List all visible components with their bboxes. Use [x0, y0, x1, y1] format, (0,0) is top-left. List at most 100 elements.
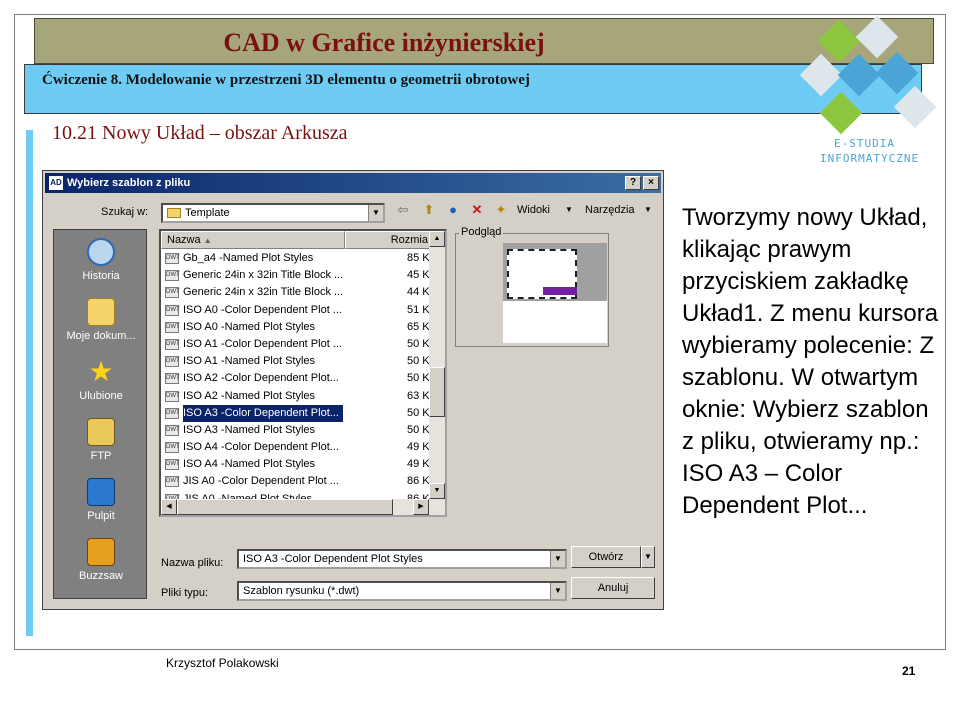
scroll-right-icon[interactable]: ▶: [413, 499, 429, 515]
file-row[interactable]: DWT ISO A3 -Named Plot Styles 50 K: [161, 422, 433, 439]
dwt-file-icon: DWT: [165, 459, 180, 471]
place-label: Historia: [82, 270, 120, 282]
file-row[interactable]: DWT Gb_a4 -Named Plot Styles 85 K: [161, 250, 433, 267]
file-row[interactable]: DWT ISO A2 -Color Dependent Plot... 50 K: [161, 370, 433, 387]
footer-author: Krzysztof Polakowski: [166, 656, 279, 670]
select-template-dialog: AD Wybierz szablon z pliku ? × Szukaj w:…: [42, 170, 664, 610]
file-name: Gb_a4 -Named Plot Styles: [183, 252, 314, 264]
file-row[interactable]: DWT Generic 24in x 32in Title Block ... 45…: [161, 267, 433, 284]
dwt-file-icon: DWT: [165, 476, 180, 488]
dialog-title: Wybierz szablon z pliku: [67, 177, 191, 189]
tools-menu[interactable]: Narzędzia: [585, 204, 635, 216]
place-desktop[interactable]: Pulpit: [54, 472, 148, 532]
help-button[interactable]: ?: [625, 176, 641, 190]
slide-title: CAD w Grafice inżynierskiej: [223, 28, 545, 57]
preview-title-block: [543, 287, 577, 295]
file-row[interactable]: DWT JIS A0 -Color Dependent Plot ... 86 K: [161, 473, 433, 490]
preview-label: Podgląd: [459, 226, 504, 238]
horizontal-scrollbar[interactable]: ◀ ▶: [161, 499, 445, 515]
column-header-size[interactable]: Rozmia: [345, 231, 433, 249]
chevron-down-icon[interactable]: ▼: [368, 205, 383, 221]
scroll-left-icon[interactable]: ◀: [161, 499, 177, 515]
search-web-icon[interactable]: ●: [443, 201, 463, 219]
file-row[interactable]: DWT ISO A3 -Color Dependent Plot... 50 K: [161, 403, 433, 423]
dwt-file-icon: DWT: [165, 321, 180, 333]
file-name: ISO A4 -Color Dependent Plot...: [183, 441, 339, 454]
tools-dropdown-icon[interactable]: ▼: [644, 205, 652, 214]
file-row[interactable]: DWT ISO A4 -Color Dependent Plot... 49 K: [161, 439, 433, 456]
open-options-dropdown[interactable]: ▼: [641, 546, 655, 568]
place-ftp[interactable]: FTP: [54, 412, 148, 472]
instruction-text: Tworzymy nowy Układ, klikając prawym prz…: [682, 204, 939, 519]
file-row[interactable]: DWT Generic 24in x 32in Title Block ... 44…: [161, 284, 433, 301]
section-title: 10.21 Nowy Układ – obszar Arkusza: [52, 122, 348, 144]
new-folder-icon[interactable]: ✦: [491, 201, 511, 219]
place-label: Ulubione: [79, 390, 123, 402]
file-name: ISO A4 -Named Plot Styles: [183, 458, 316, 471]
close-button[interactable]: ×: [643, 176, 659, 190]
file-name-value: ISO A3 -Color Dependent Plot Styles: [243, 553, 423, 565]
chevron-down-icon[interactable]: ▼: [550, 583, 565, 599]
place-label: Buzzsaw: [78, 570, 124, 582]
file-type-combo[interactable]: Szablon rysunku (*.dwt) ▼: [237, 581, 567, 601]
desktop-icon: [87, 478, 115, 506]
place-label: Pulpit: [87, 510, 115, 522]
favorites-star-icon: ★: [88, 356, 114, 387]
scroll-thumb-horizontal[interactable]: [177, 499, 393, 515]
delete-icon[interactable]: ✕: [467, 201, 487, 219]
file-name-combo[interactable]: ISO A3 -Color Dependent Plot Styles ▼: [237, 549, 567, 569]
ftp-icon: [87, 418, 115, 446]
file-name: JIS A0 -Color Dependent Plot ...: [183, 475, 339, 488]
dialog-title-bar: AD Wybierz szablon z pliku ? ×: [45, 173, 661, 193]
buzzsaw-icon: [87, 538, 115, 566]
cancel-button[interactable]: Anuluj: [571, 577, 655, 599]
file-row[interactable]: DWT ISO A2 -Named Plot Styles 63 K: [161, 388, 433, 405]
history-icon: [87, 238, 115, 266]
file-name-label: Nazwa pliku:: [161, 557, 224, 569]
scroll-down-icon[interactable]: ▼: [429, 483, 445, 499]
accent-side-bar: [26, 130, 33, 636]
place-label: Moje dokum...: [66, 330, 136, 342]
place-label: FTP: [90, 450, 112, 462]
place-my-documents[interactable]: Moje dokum...: [54, 292, 148, 352]
chevron-down-icon[interactable]: ▼: [550, 551, 565, 567]
file-name: Generic 24in x 32in Title Block ...: [183, 269, 343, 282]
look-in-value: Template: [185, 207, 230, 219]
views-dropdown-icon[interactable]: ▼: [565, 205, 573, 214]
views-menu[interactable]: Widoki: [517, 204, 550, 216]
autocad-app-icon: AD: [49, 176, 63, 190]
file-type-value: Szablon rysunku (*.dwt): [243, 585, 360, 597]
sort-ascending-icon: ▲: [203, 236, 212, 245]
file-name: ISO A3 -Named Plot Styles: [183, 423, 316, 436]
file-name: ISO A2 -Color Dependent Plot...: [183, 372, 339, 385]
places-bar: Historia Moje dokum... ★ Ulubione FTP Pu…: [53, 229, 147, 599]
vertical-scrollbar[interactable]: ▲ ▼: [429, 231, 445, 499]
dwt-file-icon: DWT: [165, 270, 180, 282]
file-name: ISO A1 -Color Dependent Plot ...: [183, 337, 342, 350]
file-list[interactable]: Nazwa ▲ Rozmia DWT Gb_a4 -Named Plot Styl…: [159, 229, 447, 517]
preview-image: [503, 243, 607, 343]
look-in-combo[interactable]: Template ▼: [161, 203, 385, 223]
file-row[interactable]: DWT ISO A0 -Color Dependent Plot ... 51 K: [161, 302, 433, 319]
dwt-file-icon: DWT: [165, 338, 180, 350]
column-header-name[interactable]: Nazwa ▲: [161, 231, 345, 249]
place-favorites[interactable]: ★ Ulubione: [54, 352, 148, 412]
file-name: ISO A0 -Named Plot Styles: [183, 320, 316, 333]
scroll-thumb[interactable]: [429, 367, 445, 417]
dwt-file-icon: DWT: [165, 424, 180, 436]
slide-subtitle: Ćwiczenie 8. Modelowanie w przestrzeni 3…: [42, 72, 530, 88]
up-folder-icon[interactable]: ⬆: [419, 201, 439, 219]
look-in-label: Szukaj w:: [101, 206, 149, 218]
file-row[interactable]: DWT ISO A1 -Named Plot Styles 50 K: [161, 353, 433, 370]
file-row[interactable]: DWT ISO A1 -Color Dependent Plot ... 50 K: [161, 336, 433, 353]
scroll-up-icon[interactable]: ▲: [429, 231, 445, 247]
file-row[interactable]: DWT ISO A0 -Named Plot Styles 65 K: [161, 319, 433, 336]
file-name: Generic 24in x 32in Title Block ...: [183, 286, 343, 299]
file-rows: DWT Gb_a4 -Named Plot Styles 85 K DWT Generi…: [161, 250, 433, 508]
place-history[interactable]: Historia: [54, 232, 148, 292]
back-arrow-icon[interactable]: ⇦: [393, 201, 413, 219]
file-name: ISO A3 -Color Dependent Plot...: [182, 403, 344, 423]
place-buzzsaw[interactable]: Buzzsaw: [54, 532, 148, 592]
open-button[interactable]: Otwórz: [571, 546, 641, 568]
file-row[interactable]: DWT ISO A4 -Named Plot Styles 49 K: [161, 456, 433, 473]
